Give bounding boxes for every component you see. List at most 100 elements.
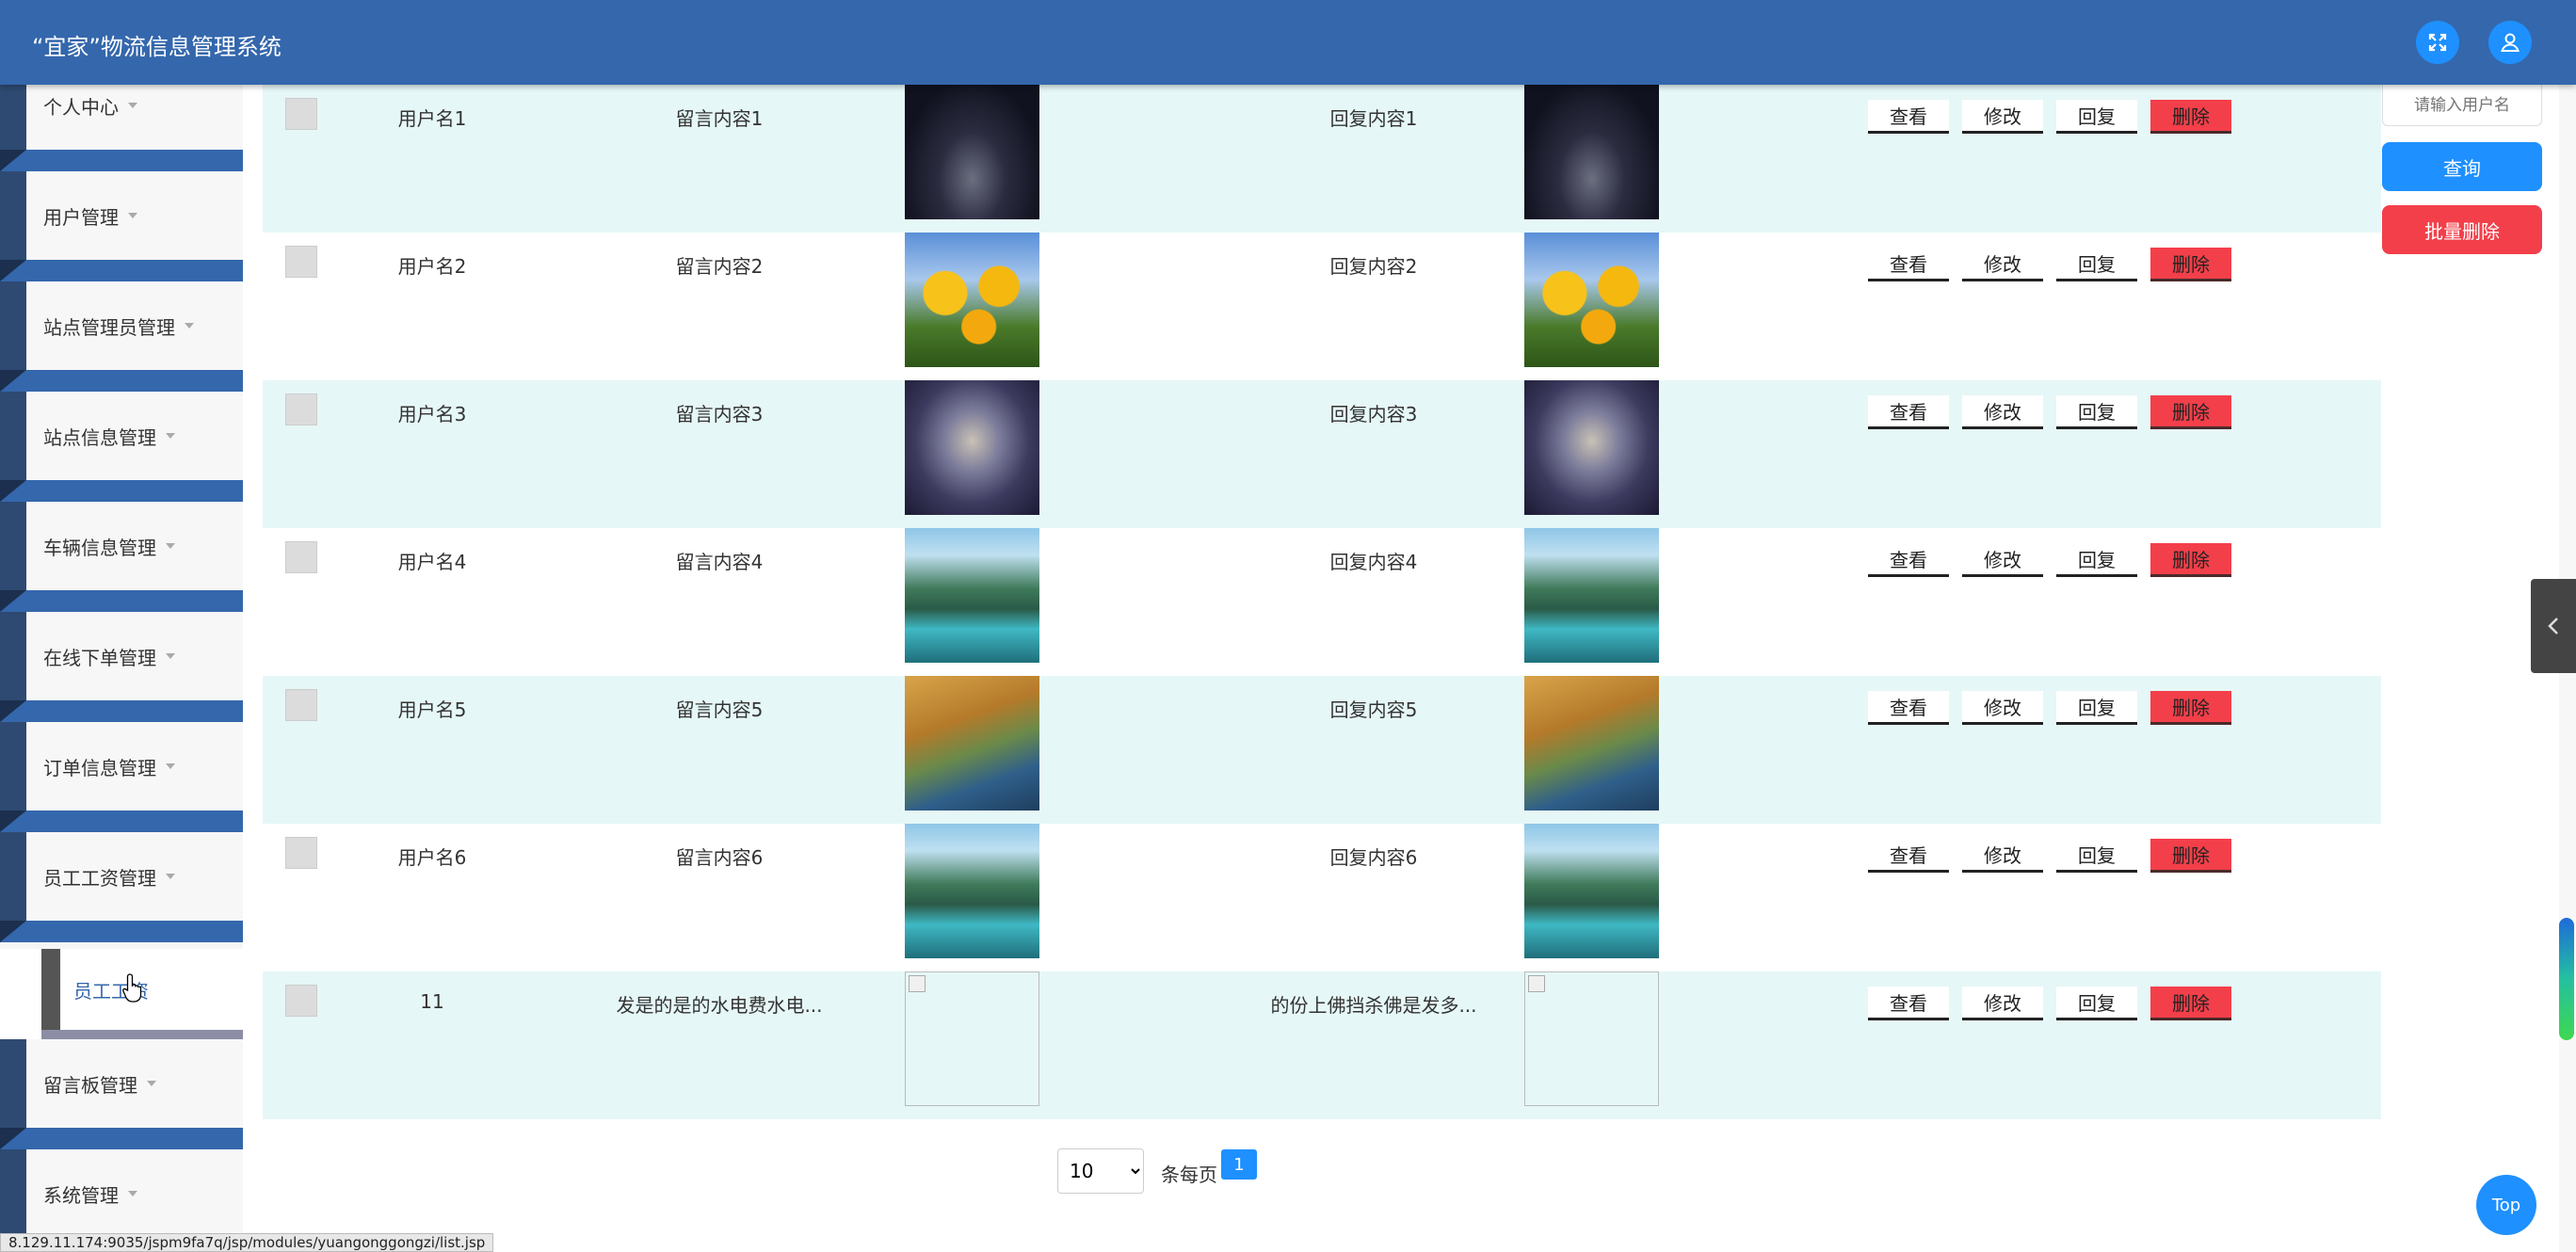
reply-image: [1524, 380, 1659, 515]
view-button[interactable]: 查看: [1868, 839, 1949, 873]
reply-button[interactable]: 回复: [2056, 248, 2137, 281]
cell-message: 留言内容1: [675, 107, 764, 130]
app-title: “宜家”物流信息管理系统: [32, 34, 282, 60]
view-button[interactable]: 查看: [1868, 691, 1949, 725]
fullscreen-button[interactable]: [2416, 21, 2459, 64]
delete-button[interactable]: 删除: [2150, 248, 2231, 281]
bulk-delete-button[interactable]: 批量删除: [2382, 205, 2542, 254]
cell-username: 用户名2: [397, 255, 467, 278]
message-image: [905, 380, 1039, 515]
caret-down-icon: [166, 763, 175, 769]
sidebar-item-salary-management[interactable]: 员工工资管理: [0, 832, 243, 942]
cell-message: 留言内容5: [675, 698, 764, 721]
sidebar-item-label: 在线下单管理: [43, 646, 156, 669]
delete-button[interactable]: 删除: [2150, 691, 2231, 725]
cell-username: 用户名4: [397, 551, 467, 573]
sidebar-item-user-management[interactable]: 用户管理: [0, 171, 243, 281]
edit-button[interactable]: 修改: [1962, 987, 2043, 1020]
view-button[interactable]: 查看: [1868, 987, 1949, 1020]
sidebar-item-label: 站点信息管理: [43, 425, 156, 449]
back-to-top-button[interactable]: Top: [2476, 1175, 2536, 1235]
edit-button[interactable]: 修改: [1962, 248, 2043, 281]
reply-image: [1524, 824, 1659, 958]
sidebar-subitem-salary[interactable]: 员工工资: [0, 949, 243, 1039]
user-icon: [2501, 33, 2520, 52]
page-size-select[interactable]: 10: [1057, 1148, 1144, 1194]
user-menu-button[interactable]: [2488, 21, 2532, 64]
delete-button[interactable]: 删除: [2150, 100, 2231, 134]
reply-button[interactable]: 回复: [2056, 839, 2137, 873]
sidebar-item-online-order[interactable]: 在线下单管理: [0, 612, 243, 722]
cell-message: 留言内容6: [675, 846, 764, 869]
scrollbar-thumb[interactable]: [2559, 918, 2574, 1040]
table-row: 用户名2 留言内容2 回复内容2 查看 修改 回复 删除: [263, 233, 2381, 380]
cell-username: 用户名3: [397, 403, 467, 425]
reply-image: [1524, 528, 1659, 663]
query-button[interactable]: 查询: [2382, 142, 2542, 191]
broken-image-icon: [905, 971, 1039, 1106]
view-button[interactable]: 查看: [1868, 543, 1949, 577]
caret-down-icon: [166, 874, 175, 879]
row-checkbox[interactable]: [285, 541, 317, 573]
row-checkbox[interactable]: [285, 837, 317, 869]
delete-button[interactable]: 删除: [2150, 395, 2231, 429]
username-search-input[interactable]: [2382, 85, 2542, 126]
chevron-left-icon: [2548, 618, 2558, 634]
reply-button[interactable]: 回复: [2056, 691, 2137, 725]
caret-down-icon: [185, 323, 194, 329]
sidebar-item-site-info[interactable]: 站点信息管理: [0, 392, 243, 502]
reply-image: [1524, 85, 1659, 219]
per-page-label: 条每页: [1161, 1164, 1217, 1186]
view-button[interactable]: 查看: [1868, 395, 1949, 429]
sidebar-item-message-board[interactable]: 留言板管理: [0, 1039, 243, 1149]
view-button[interactable]: 查看: [1868, 248, 1949, 281]
table-row: 用户名4 留言内容4 回复内容4 查看 修改 回复 删除: [263, 528, 2381, 676]
reply-button[interactable]: 回复: [2056, 100, 2137, 134]
edit-button[interactable]: 修改: [1962, 543, 2043, 577]
delete-button[interactable]: 删除: [2150, 543, 2231, 577]
cell-message: 留言内容4: [675, 551, 764, 573]
edit-button[interactable]: 修改: [1962, 691, 2043, 725]
edit-button[interactable]: 修改: [1962, 839, 2043, 873]
edit-button[interactable]: 修改: [1962, 395, 2043, 429]
caret-down-icon: [128, 213, 137, 218]
cell-username: 11: [420, 990, 444, 1013]
cell-username: 用户名5: [397, 698, 467, 721]
sidebar-item-order-info[interactable]: 订单信息管理: [0, 722, 243, 832]
delete-button[interactable]: 删除: [2150, 987, 2231, 1020]
reply-button[interactable]: 回复: [2056, 395, 2137, 429]
cell-username: 用户名1: [397, 107, 467, 130]
caret-down-icon: [128, 1191, 137, 1196]
expand-icon: [2428, 33, 2447, 52]
caret-down-icon: [166, 433, 175, 439]
reply-button[interactable]: 回复: [2056, 987, 2137, 1020]
page-1-button[interactable]: 1: [1221, 1149, 1257, 1180]
message-image: [905, 824, 1039, 958]
message-image: [905, 85, 1039, 219]
row-checkbox[interactable]: [285, 689, 317, 721]
sidebar-item-label: 用户管理: [43, 205, 119, 229]
sidebar-item-label: 个人中心: [43, 95, 119, 119]
message-image: [905, 528, 1039, 663]
caret-down-icon: [166, 653, 175, 659]
broken-image-icon: [1524, 971, 1659, 1106]
row-checkbox[interactable]: [285, 393, 317, 425]
sidebar-item-label: 留言板管理: [43, 1073, 137, 1097]
delete-button[interactable]: 删除: [2150, 839, 2231, 873]
row-checkbox[interactable]: [285, 246, 317, 278]
sidebar-item-label: 车辆信息管理: [43, 536, 156, 559]
row-checkbox[interactable]: [285, 985, 317, 1017]
reply-button[interactable]: 回复: [2056, 543, 2137, 577]
reply-image: [1524, 233, 1659, 367]
side-drawer-toggle[interactable]: [2531, 579, 2576, 673]
reply-image: [1524, 676, 1659, 811]
row-checkbox[interactable]: [285, 98, 317, 130]
sidebar-item-site-admin[interactable]: 站点管理员管理: [0, 281, 243, 392]
view-button[interactable]: 查看: [1868, 100, 1949, 134]
sidebar-item-personal-center[interactable]: 个人中心: [0, 85, 243, 171]
status-bar-url: 8.129.11.174:9035/jspm9fa7q/jsp/modules/…: [0, 1233, 494, 1252]
caret-down-icon: [147, 1081, 156, 1086]
edit-button[interactable]: 修改: [1962, 100, 2043, 134]
table-row: 用户名1 留言内容1 回复内容1 查看 修改 回复 删除: [263, 85, 2381, 233]
sidebar-item-vehicle-info[interactable]: 车辆信息管理: [0, 502, 243, 612]
